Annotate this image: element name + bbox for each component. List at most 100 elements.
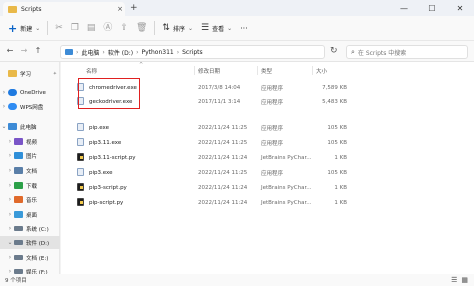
breadcrumb-separator: ›: [102, 48, 105, 56]
sidebar-item-label: 此电脑: [20, 124, 37, 131]
sidebar-item-study[interactable]: 学习 ✦: [0, 67, 60, 80]
expand-chevron-icon[interactable]: ›: [0, 89, 8, 96]
sidebar-item-videos[interactable]: › 视频: [0, 135, 60, 148]
chevron-down-icon: ⌄: [35, 24, 41, 32]
search-icon: ⌕: [351, 47, 355, 56]
file-row-pip[interactable]: pip.exe 2022/11/24 11:25 应用程序 105 KB: [71, 121, 357, 134]
new-button[interactable]: + 新建 ⌄: [4, 19, 44, 37]
document-icon: [14, 167, 23, 174]
collapse-chevron-icon[interactable]: ⌄: [6, 239, 14, 246]
column-header-modified[interactable]: 修改日期: [198, 65, 220, 76]
file-row-pip3[interactable]: pip3.exe 2022/11/24 11:25 应用程序 105 KB: [71, 166, 357, 179]
maximize-button[interactable]: ☐: [418, 0, 446, 16]
new-button-label: 新建: [20, 25, 33, 33]
sidebar-item-music[interactable]: › 音乐: [0, 193, 60, 206]
copy-button[interactable]: ❐: [67, 19, 83, 37]
download-icon: [14, 182, 23, 189]
file-row-pip311-script[interactable]: pip3.11-script.py 2022/11/24 11:24 JetBr…: [71, 151, 357, 164]
command-bar: + 新建 ⌄ ✂ ❐ ▤ Ⓐ ⇪ 🗑 ⇅ 排序 ⌄ ☰ 查看 ⌄ ···: [0, 16, 474, 40]
breadcrumb-this-pc[interactable]: 此电脑: [81, 48, 99, 57]
sidebar-item-downloads[interactable]: › 下载: [0, 179, 60, 192]
sidebar-item-label: OneDrive: [20, 89, 46, 96]
pin-icon: ✦: [52, 70, 57, 77]
expand-chevron-icon[interactable]: ›: [6, 211, 14, 218]
share-button[interactable]: ⇪: [116, 19, 132, 37]
file-type: JetBrains PyChar...: [261, 184, 312, 191]
sidebar-item-label: 学习: [20, 71, 32, 78]
column-header-name[interactable]: 名称: [86, 65, 97, 76]
expand-chevron-icon[interactable]: ›: [6, 254, 14, 261]
breadcrumb-python311[interactable]: Python311: [141, 49, 173, 56]
file-type: 应用程序: [261, 99, 284, 106]
new-tab-icon[interactable]: +: [130, 3, 138, 13]
tab-scripts[interactable]: Scripts ×: [3, 2, 125, 16]
sidebar-item-onedrive[interactable]: › OneDrive: [0, 86, 60, 99]
more-button[interactable]: ···: [236, 19, 252, 37]
back-button[interactable]: ←: [4, 46, 16, 55]
column-divider[interactable]: [312, 66, 313, 75]
column-divider[interactable]: [257, 66, 258, 75]
breadcrumb-separator: ›: [176, 48, 180, 56]
close-window-button[interactable]: ✕: [446, 0, 474, 16]
sidebar-item-desktop[interactable]: › 桌面: [0, 208, 60, 221]
expand-chevron-icon[interactable]: ›: [6, 138, 14, 145]
expand-chevron-icon[interactable]: ›: [6, 182, 14, 189]
expand-chevron-icon[interactable]: ›: [6, 196, 14, 203]
computer-icon: [8, 123, 17, 130]
file-modified: 2022/11/24 11:25: [198, 169, 248, 176]
tiles-view-icon[interactable]: ▦: [461, 276, 468, 284]
file-row-pip-script[interactable]: pip-script.py 2022/11/24 11:24 JetBrains…: [71, 196, 357, 209]
sidebar-item-pictures[interactable]: › 图片: [0, 149, 60, 162]
file-row-pip3-script[interactable]: pip3-script.py 2022/11/24 11:24 JetBrain…: [71, 181, 357, 194]
sidebar-item-drive-d[interactable]: ⌄ 软件 (D:): [0, 236, 60, 249]
tab-close-icon[interactable]: ×: [115, 5, 125, 13]
video-icon: [14, 138, 23, 145]
exe-file-icon: [77, 138, 84, 146]
cut-button[interactable]: ✂: [51, 19, 67, 37]
sidebar-item-documents[interactable]: › 文档: [0, 164, 60, 177]
sidebar-item-label: 文档 (E:): [26, 255, 49, 262]
breadcrumb-drive-d[interactable]: 软件 (D:): [108, 48, 133, 57]
column-header-size[interactable]: 大小: [316, 65, 327, 76]
toolbar-divider: [154, 21, 156, 35]
column-header-type[interactable]: 类型: [261, 65, 272, 76]
details-view-icon[interactable]: ☰: [451, 276, 457, 284]
sidebar-item-drive-c[interactable]: › 系统 (C:): [0, 222, 60, 235]
music-icon: [14, 196, 23, 203]
file-row-pip311[interactable]: pip3.11.exe 2022/11/24 11:25 应用程序 105 KB: [71, 136, 357, 149]
expand-chevron-icon[interactable]: ›: [6, 167, 14, 174]
rename-button[interactable]: Ⓐ: [99, 19, 116, 37]
file-type: JetBrains PyChar...: [261, 199, 312, 206]
cloud-icon: [8, 89, 17, 96]
refresh-icon[interactable]: ↻: [330, 46, 338, 56]
sidebar-item-this-pc[interactable]: ⌄ 此电脑: [0, 120, 60, 133]
sidebar-item-drive-e[interactable]: › 文档 (E:): [0, 251, 60, 264]
forward-button[interactable]: →: [18, 46, 30, 55]
file-size: 105 KB: [327, 169, 347, 176]
python-file-icon: [77, 183, 84, 191]
collapse-chevron-icon[interactable]: ⌄: [0, 123, 8, 130]
file-size: 1 KB: [334, 199, 347, 206]
view-button[interactable]: ☰ 查看 ⌄: [197, 19, 236, 37]
address-bar[interactable]: › 此电脑 › 软件 (D:) › Python311 › Scripts: [60, 45, 325, 59]
sidebar-item-label: 视频: [26, 139, 38, 146]
address-row: ← → ↑ › 此电脑 › 软件 (D:) › Python311 › Scri…: [0, 40, 474, 62]
column-divider[interactable]: [194, 66, 195, 75]
file-type: 应用程序: [261, 85, 284, 92]
delete-button[interactable]: 🗑: [132, 19, 151, 37]
expand-chevron-icon[interactable]: ›: [6, 152, 14, 159]
expand-chevron-icon[interactable]: ›: [6, 225, 14, 232]
item-count: 9 个项目: [5, 278, 27, 284]
file-modified: 2022/11/24 11:24: [198, 199, 248, 206]
minimize-button[interactable]: —: [390, 0, 418, 16]
exe-file-icon: [77, 168, 84, 176]
up-button[interactable]: ↑: [32, 46, 44, 55]
drive-icon: [14, 255, 23, 260]
search-input[interactable]: ⌕ 在 Scripts 中搜索: [346, 45, 468, 59]
tab-title: Scripts: [21, 5, 42, 13]
breadcrumb-scripts[interactable]: Scripts: [182, 49, 203, 56]
sort-button[interactable]: ⇅ 排序 ⌄: [158, 19, 197, 37]
paste-button[interactable]: ▤: [83, 19, 100, 37]
sidebar-item-wps-cloud[interactable]: › WPS网盘: [0, 100, 60, 113]
expand-chevron-icon[interactable]: ›: [0, 103, 8, 110]
